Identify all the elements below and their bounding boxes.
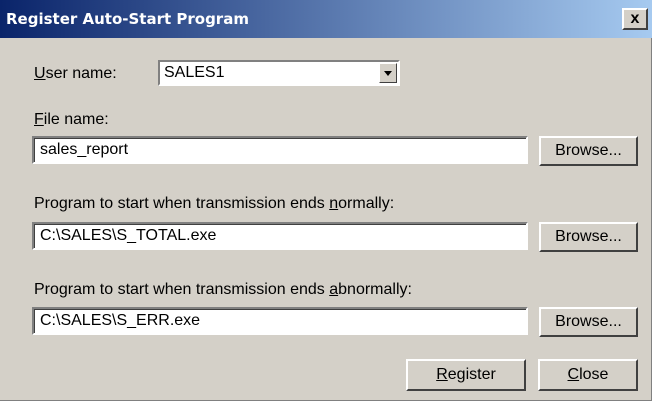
user-name-label: User name: — [34, 65, 117, 82]
close-button[interactable]: Close — [538, 359, 638, 391]
normal-program-label: Program to start when transmission ends … — [34, 195, 395, 212]
user-name-value: SALES1 — [164, 64, 225, 81]
file-name-input[interactable] — [32, 136, 528, 164]
browse-abnormal-button[interactable]: Browse... — [539, 307, 638, 337]
dropdown-arrow-button[interactable] — [379, 63, 397, 83]
file-name-label: File name: — [34, 111, 109, 128]
abnormal-program-input[interactable] — [32, 307, 528, 335]
register-button[interactable]: Register — [406, 359, 526, 391]
browse-file-button[interactable]: Browse... — [539, 136, 638, 166]
close-icon: x — [630, 10, 640, 27]
register-auto-start-dialog: Register Auto-Start Program x User name:… — [0, 0, 652, 401]
window-title: Register Auto-Start Program — [6, 10, 249, 28]
browse-normal-button[interactable]: Browse... — [539, 222, 638, 252]
close-window-button[interactable]: x — [622, 8, 648, 30]
user-name-select[interactable]: SALES1 — [158, 60, 400, 86]
normal-program-input[interactable] — [32, 222, 528, 250]
chevron-down-icon — [384, 70, 392, 76]
title-bar[interactable]: Register Auto-Start Program x — [0, 0, 652, 38]
abnormal-program-label: Program to start when transmission ends … — [34, 281, 412, 298]
